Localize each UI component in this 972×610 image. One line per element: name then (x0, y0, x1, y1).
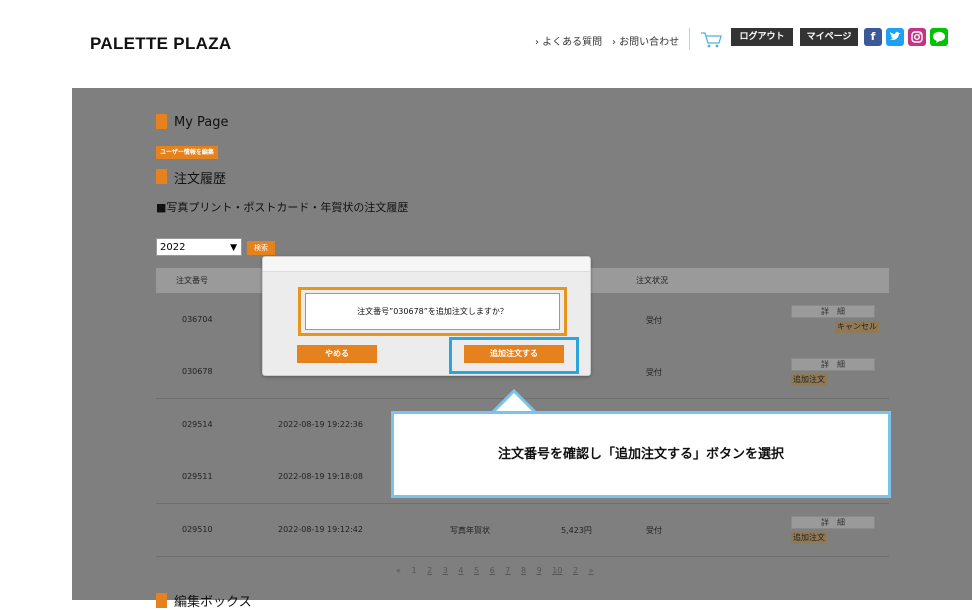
section-marker (156, 114, 167, 129)
order-product: 写真年賀状 (450, 526, 490, 535)
logout-button[interactable]: ログアウト (731, 28, 793, 46)
detail-button[interactable]: 詳 細 (791, 358, 875, 371)
col-order-number: 注文番号 (176, 276, 208, 285)
pagination: « 1 2 3 4 5 6 7 8 9 10 2 » (396, 566, 602, 575)
facebook-icon[interactable]: f (864, 28, 882, 46)
cart-icon[interactable] (700, 30, 722, 50)
pager-page[interactable]: 4 (458, 566, 463, 575)
mypage-title: My Page (174, 115, 229, 130)
contact-link[interactable]: › お問い合わせ (612, 33, 679, 48)
site-logo[interactable]: PALETTE PLAZA (90, 34, 231, 54)
year-select-value: 2022 (160, 242, 186, 253)
cancel-order-link[interactable]: キャンセル (835, 321, 879, 333)
order-status: 受付 (646, 368, 662, 377)
order-id: 036704 (182, 315, 213, 324)
pager-next[interactable]: » (589, 566, 594, 575)
detail-button[interactable]: 詳 細 (791, 305, 875, 318)
order-id: 030678 (182, 367, 213, 376)
col-order-status: 注文状況 (636, 276, 668, 285)
header-divider (689, 28, 690, 50)
order-status: 受付 (646, 316, 662, 325)
callout-text: 注文番号を確認し「追加注文する」ボタンを選択 (497, 447, 784, 462)
order-date: 2022-08-19 19:12:42 (278, 525, 363, 534)
line-icon[interactable] (930, 28, 948, 46)
section-marker (156, 169, 167, 184)
chevron-down-icon: ▼ (230, 243, 237, 253)
mypage-button[interactable]: マイページ (800, 28, 858, 46)
history-title: 注文履歴 (174, 172, 227, 187)
year-select[interactable]: 2022 ▼ (156, 238, 242, 256)
add-order-link[interactable]: 追加注文 (791, 532, 827, 544)
section-marker (156, 593, 167, 608)
pager-page[interactable]: 1 (411, 566, 416, 575)
add-order-button[interactable]: 追加注文する (464, 345, 564, 363)
add-order-link[interactable]: 追加注文 (791, 374, 827, 386)
pager-page[interactable]: 2 (427, 566, 432, 575)
pager-page[interactable]: 7 (505, 566, 510, 575)
order-id: 029510 (182, 525, 213, 534)
bottom-section-title: 編集ボックス (174, 595, 252, 610)
dialog-titlebar (263, 257, 590, 272)
site-header: PALETTE PLAZA › よくある質問 › お問い合わせ ログアウト マイ… (0, 0, 972, 88)
pager-page[interactable]: 9 (537, 566, 542, 575)
instagram-icon[interactable] (908, 28, 926, 46)
twitter-icon[interactable] (886, 28, 904, 46)
cancel-button[interactable]: やめる (297, 345, 377, 363)
pager-prev[interactable]: « (396, 566, 401, 575)
dialog-message: 注文番号”030678”を追加注文しますか？ (305, 293, 560, 330)
order-date: 2022-08-19 19:18:08 (278, 472, 363, 481)
pager-page[interactable]: 5 (474, 566, 479, 575)
instruction-callout: 注文番号を確認し「追加注文する」ボタンを選択 (391, 411, 891, 498)
pager-page[interactable]: 8 (521, 566, 526, 575)
search-button[interactable]: 検索 (247, 241, 275, 255)
faq-link[interactable]: › よくある質問 (535, 33, 602, 48)
order-price: 5,423円 (561, 526, 592, 535)
order-status: 受付 (646, 526, 662, 535)
order-id: 029514 (182, 420, 213, 429)
edit-user-button[interactable]: ユーザー情報を編集 (156, 146, 218, 159)
table-row: 029510 2022-08-19 19:12:42 写真年賀状 5,423円 … (156, 504, 889, 557)
order-date: 2022-08-19 19:22:36 (278, 420, 363, 429)
pager-page[interactable]: 3 (443, 566, 448, 575)
pager-page[interactable]: 10 (552, 566, 562, 575)
pager-page[interactable]: 6 (490, 566, 495, 575)
history-subtitle: ■写真プリント・ポストカード・年賀状の注文履歴 (156, 201, 409, 214)
pager-page[interactable]: 2 (573, 566, 578, 575)
order-id: 029511 (182, 472, 213, 481)
detail-button[interactable]: 詳 細 (791, 516, 875, 529)
